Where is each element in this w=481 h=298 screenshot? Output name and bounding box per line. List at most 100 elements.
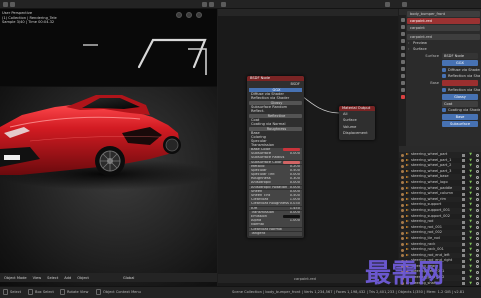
visibility-eye-icon[interactable] bbox=[476, 220, 479, 224]
render-toggle-icon[interactable] bbox=[462, 187, 465, 191]
expand-arrow-icon[interactable] bbox=[406, 237, 409, 240]
visibility-eye-icon[interactable] bbox=[476, 243, 479, 246]
expand-arrow-icon[interactable] bbox=[406, 220, 409, 223]
render-toggle-icon[interactable] bbox=[462, 231, 465, 235]
properties-search-icon[interactable] bbox=[402, 2, 407, 7]
visibility-eye-icon[interactable] bbox=[476, 231, 479, 235]
render-toggle-icon[interactable] bbox=[462, 265, 465, 269]
visibility-eye-icon[interactable] bbox=[476, 159, 479, 163]
render-toggle-icon[interactable] bbox=[462, 181, 465, 185]
render-toggle-icon[interactable] bbox=[462, 282, 465, 286]
color-swatch[interactable] bbox=[283, 215, 300, 219]
render-toggle-icon[interactable] bbox=[462, 215, 465, 219]
render-toggle-icon[interactable] bbox=[462, 237, 465, 241]
checkbox[interactable] bbox=[442, 108, 446, 113]
render-toggle-icon[interactable] bbox=[462, 248, 465, 252]
property-value-field[interactable]: GGX bbox=[442, 59, 478, 66]
visibility-eye-icon[interactable] bbox=[476, 164, 479, 168]
data-tab-icon[interactable] bbox=[400, 88, 405, 92]
render-toggle-icon[interactable] bbox=[462, 175, 465, 179]
expand-arrow-icon[interactable] bbox=[406, 158, 409, 161]
render-toggle-icon[interactable] bbox=[462, 203, 465, 207]
shading-mode-icon[interactable] bbox=[209, 2, 214, 7]
expand-arrow-icon[interactable] bbox=[406, 175, 409, 178]
node-option-row[interactable]: Transmission bbox=[249, 143, 302, 147]
render-toggle-icon[interactable] bbox=[462, 153, 465, 157]
surface-shader-select[interactable]: BSDF Node bbox=[442, 53, 478, 59]
expand-arrow-icon[interactable] bbox=[406, 248, 409, 251]
visibility-eye-icon[interactable] bbox=[476, 170, 479, 174]
visibility-eye-icon[interactable] bbox=[476, 198, 479, 202]
modifier-tab-icon[interactable] bbox=[400, 60, 405, 64]
expand-arrow-icon[interactable] bbox=[406, 214, 409, 217]
viewport-menu-view[interactable]: View bbox=[33, 276, 42, 280]
visibility-eye-icon[interactable] bbox=[476, 282, 479, 286]
visibility-eye-icon[interactable] bbox=[476, 237, 479, 241]
render-toggle-icon[interactable] bbox=[462, 164, 465, 168]
render-toggle-icon[interactable] bbox=[462, 243, 465, 246]
property-value-field[interactable]: Glossy bbox=[442, 93, 478, 100]
transform-orientation-select[interactable]: Global bbox=[123, 276, 134, 280]
render-toggle-icon[interactable] bbox=[462, 259, 465, 263]
viewport-menu-select[interactable]: Select bbox=[47, 276, 58, 280]
render-toggle-icon[interactable] bbox=[462, 226, 465, 230]
node-input-row[interactable]: Tangent bbox=[249, 231, 302, 236]
visibility-eye-icon[interactable] bbox=[476, 270, 479, 274]
object-tab-icon[interactable] bbox=[400, 53, 405, 57]
expand-arrow-icon[interactable] bbox=[406, 242, 409, 245]
render-toggle-icon[interactable] bbox=[462, 254, 465, 258]
render-toggle-icon[interactable] bbox=[462, 209, 465, 213]
material-datablock-field[interactable]: carpaint.red bbox=[407, 34, 480, 40]
viewport-mode-select[interactable]: Object Mode bbox=[4, 276, 27, 280]
render-toggle-icon[interactable] bbox=[462, 270, 465, 274]
physics-tab-icon[interactable] bbox=[400, 74, 405, 78]
world-tab-icon[interactable] bbox=[400, 46, 405, 50]
checkbox[interactable] bbox=[442, 67, 446, 72]
view-layer-tab-icon[interactable] bbox=[400, 32, 405, 36]
visibility-eye-icon[interactable] bbox=[476, 254, 479, 258]
particles-tab-icon[interactable] bbox=[400, 67, 405, 71]
visibility-eye-icon[interactable] bbox=[476, 209, 479, 213]
render-toggle-icon[interactable] bbox=[462, 220, 465, 224]
expand-arrow-icon[interactable] bbox=[406, 226, 409, 229]
node-option-row[interactable]: Coating via Normal bbox=[249, 122, 302, 126]
visibility-eye-icon[interactable] bbox=[476, 215, 479, 219]
visibility-eye-icon[interactable] bbox=[476, 226, 479, 230]
visibility-eye-icon[interactable] bbox=[476, 175, 479, 179]
expand-arrow-icon[interactable] bbox=[406, 203, 409, 206]
scene-tab-icon[interactable] bbox=[400, 39, 405, 43]
view-menu-icon[interactable] bbox=[10, 2, 15, 7]
visibility-eye-icon[interactable] bbox=[476, 181, 479, 185]
displacement-socket[interactable]: Displacement bbox=[341, 130, 373, 136]
visibility-eye-icon[interactable] bbox=[476, 192, 479, 196]
visibility-eye-icon[interactable] bbox=[476, 203, 479, 207]
visibility-eye-icon[interactable] bbox=[476, 259, 479, 263]
property-value-field[interactable] bbox=[442, 80, 478, 87]
render-tab-icon[interactable] bbox=[400, 18, 405, 22]
viewport-menu-object[interactable]: Object bbox=[77, 276, 89, 280]
expand-arrow-icon[interactable] bbox=[406, 170, 409, 173]
output-tab-icon[interactable] bbox=[400, 25, 405, 29]
property-value-field[interactable]: Coat bbox=[442, 100, 478, 107]
expand-arrow-icon[interactable] bbox=[406, 198, 409, 201]
property-value-field[interactable]: Subsurface bbox=[442, 120, 478, 127]
material-tab-icon[interactable] bbox=[400, 95, 405, 99]
constraints-tab-icon[interactable] bbox=[400, 81, 405, 85]
visibility-eye-icon[interactable] bbox=[476, 265, 479, 269]
visibility-eye-icon[interactable] bbox=[476, 276, 479, 280]
material-output-node[interactable]: Material Output All Surface Volume Displ… bbox=[339, 106, 375, 140]
render-toggle-icon[interactable] bbox=[462, 192, 465, 196]
node-option-row[interactable]: Reflection via Shader bbox=[249, 96, 302, 100]
principled-bsdf-node[interactable]: BSDF Node BSDF GGX Diffuse via Shader Refl… bbox=[247, 76, 304, 238]
visibility-eye-icon[interactable] bbox=[476, 187, 479, 191]
3d-viewport[interactable]: User Perspective (1) Collection | Render… bbox=[0, 9, 217, 286]
shader-node-editor[interactable]: BSDF Node BSDF GGX Diffuse via Shader Refl… bbox=[218, 9, 398, 286]
viewport-menu-add[interactable]: Add bbox=[64, 276, 71, 280]
property-value-field[interactable]: Base bbox=[442, 114, 478, 121]
node-editor-type-icon[interactable] bbox=[221, 2, 226, 7]
object-name-field[interactable]: body_bumper_front bbox=[407, 11, 480, 17]
expand-arrow-icon[interactable] bbox=[406, 231, 409, 234]
overlay-toggle-icon[interactable] bbox=[202, 2, 207, 7]
material-slot[interactable]: carpaint bbox=[407, 25, 480, 31]
checkbox[interactable] bbox=[442, 74, 446, 79]
